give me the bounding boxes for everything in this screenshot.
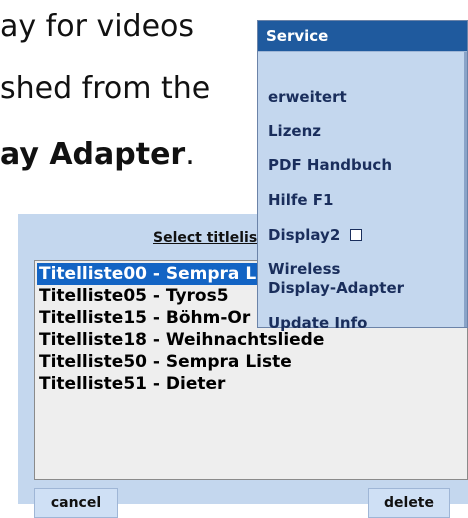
menu-item-label: Display2 [268,226,341,244]
document-text-period: . [185,137,195,172]
titlelist-item[interactable]: Titelliste51 - Dieter [37,373,231,395]
document-text: shed from the [0,71,211,106]
menu-scrollbar-edge [464,52,467,327]
menu-item-label-line2: Display-Adapter [268,279,405,297]
document-text: ay for videos [0,9,195,44]
menu-item-label: PDF Handbuch [268,156,392,174]
menu-item-label: erweitert [268,88,347,106]
menu-item-label: Hilfe F1 [268,191,334,209]
display2-checkbox[interactable] [350,229,363,241]
cancel-button[interactable]: cancel [34,488,118,518]
menu-item-pdf-handbuch[interactable]: PDF Handbuch [268,156,392,175]
service-menu: Service erweitert Lizenz PDF Handbuch Hi… [257,20,468,332]
document-line-1: ay for videos [0,12,232,42]
titlelist-item[interactable]: Titelliste15 - Böhm-Or [37,307,256,329]
delete-button[interactable]: delete [368,488,450,518]
titlelist-item[interactable]: Titelliste05 - Tyros5 [37,285,235,307]
document-line-3: ay Adapter. [0,140,195,170]
service-menu-title[interactable]: Service [258,21,467,51]
menu-item-display2[interactable]: Display2 [268,226,363,245]
menu-item-erweitert[interactable]: erweitert [268,88,347,107]
menu-item-label: Lizenz [268,122,322,140]
document-line-2: shed from the [0,74,232,104]
menu-item-label-line1: Wireless [268,260,341,278]
menu-item-update-info[interactable]: Update Info [268,314,367,333]
menu-item-wireless-display-adapter[interactable]: Wireless Display-Adapter [268,260,404,298]
document-bold-text: ay Adapter [0,137,186,172]
menu-item-lizenz[interactable]: Lizenz [268,122,321,141]
titlelist-item[interactable]: Titelliste50 - Sempra Liste [37,351,298,373]
service-menu-body: erweitert Lizenz PDF Handbuch Hilfe F1 D… [258,51,467,332]
menu-item-label: Update Info [268,314,368,332]
menu-item-hilfe-f1[interactable]: Hilfe F1 [268,191,333,210]
